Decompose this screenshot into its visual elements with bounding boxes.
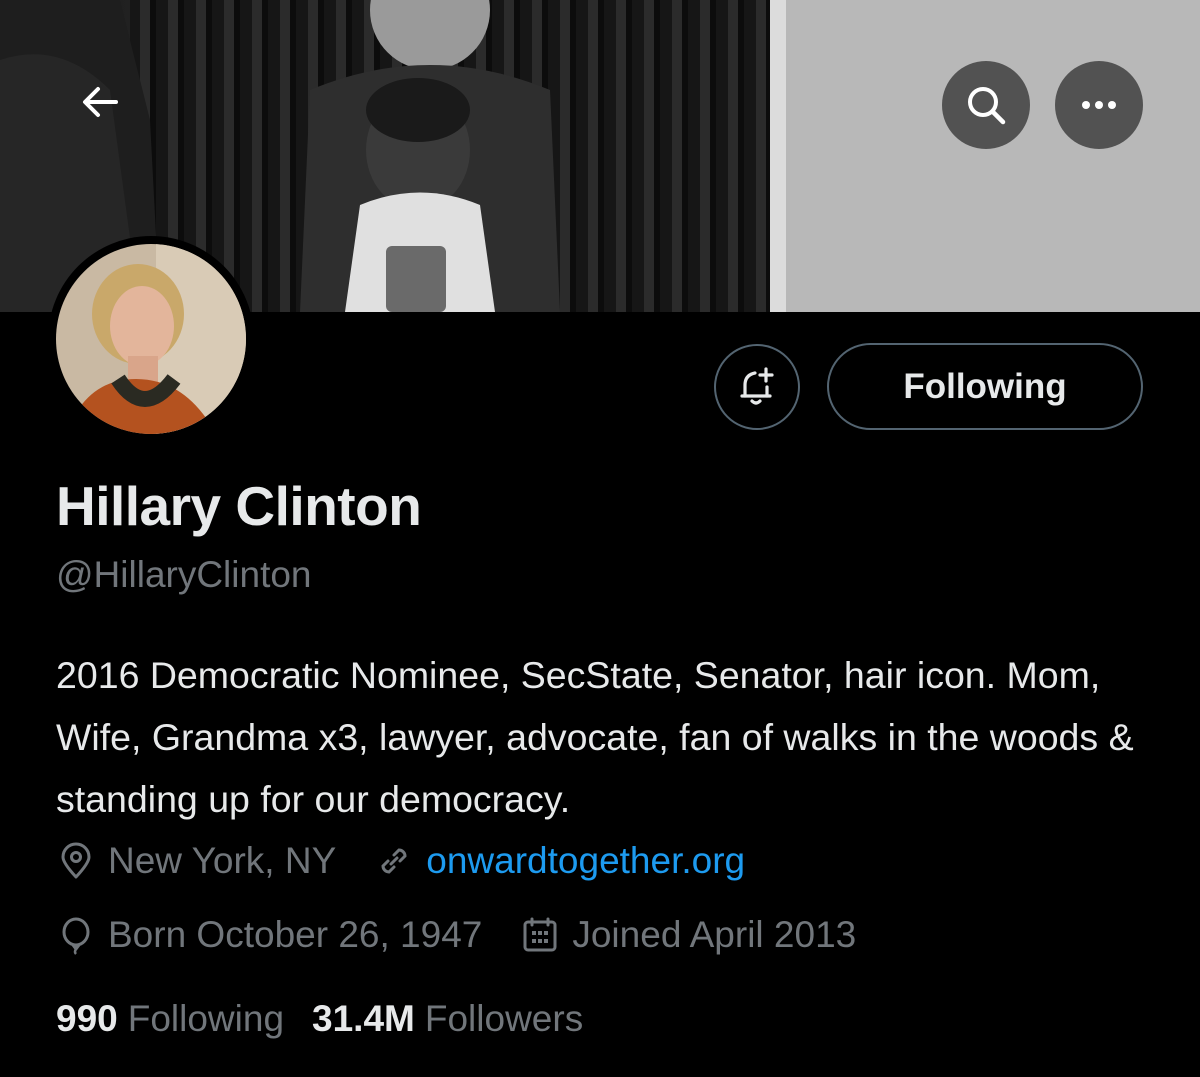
location-pin-icon [61, 842, 91, 879]
followers-stat[interactable]: 31.4M Followers [312, 998, 583, 1040]
profile-meta-row: Born October 26, 1947 Joined April 2013 [56, 914, 856, 956]
balloon-icon [62, 917, 90, 955]
birthday-text: Born October 26, 1947 [108, 914, 483, 955]
following-label: Following [127, 998, 285, 1039]
website-item[interactable]: onwardtogether.org [374, 840, 745, 882]
search-icon [968, 87, 1006, 125]
search-button[interactable] [942, 61, 1030, 149]
arrow-left-icon [83, 87, 118, 117]
bell-plus-icon [740, 367, 774, 405]
more-horizontal-icon [1082, 101, 1116, 109]
joined-item: Joined April 2013 [520, 914, 856, 956]
notifications-button[interactable] [714, 344, 800, 430]
followers-label: Followers [424, 998, 584, 1039]
avatar[interactable] [48, 236, 254, 442]
calendar-icon [523, 917, 557, 952]
joined-text: Joined April 2013 [572, 914, 857, 955]
link-icon [381, 848, 407, 874]
followers-count: 31.4M [312, 998, 415, 1039]
more-button[interactable] [1055, 61, 1143, 149]
location-text: New York, NY [108, 840, 337, 881]
website-link[interactable]: onwardtogether.org [426, 840, 745, 882]
profile-meta-row: New York, NY onwardtogether.org [56, 840, 745, 882]
location-item: New York, NY [56, 840, 336, 882]
following-button[interactable]: Following [827, 343, 1143, 430]
avatar-photo [56, 244, 246, 434]
display-name: Hillary Clinton [56, 475, 422, 537]
following-count: 990 [56, 998, 118, 1039]
back-button[interactable] [60, 62, 140, 142]
profile-bio: 2016 Democratic Nominee, SecState, Senat… [56, 654, 1134, 820]
follow-stats: 990 Following 31.4M Followers [56, 998, 583, 1040]
birthday-item: Born October 26, 1947 [56, 914, 482, 956]
following-stat[interactable]: 990 Following [56, 998, 284, 1040]
username-handle: @HillaryClinton [56, 554, 312, 595]
